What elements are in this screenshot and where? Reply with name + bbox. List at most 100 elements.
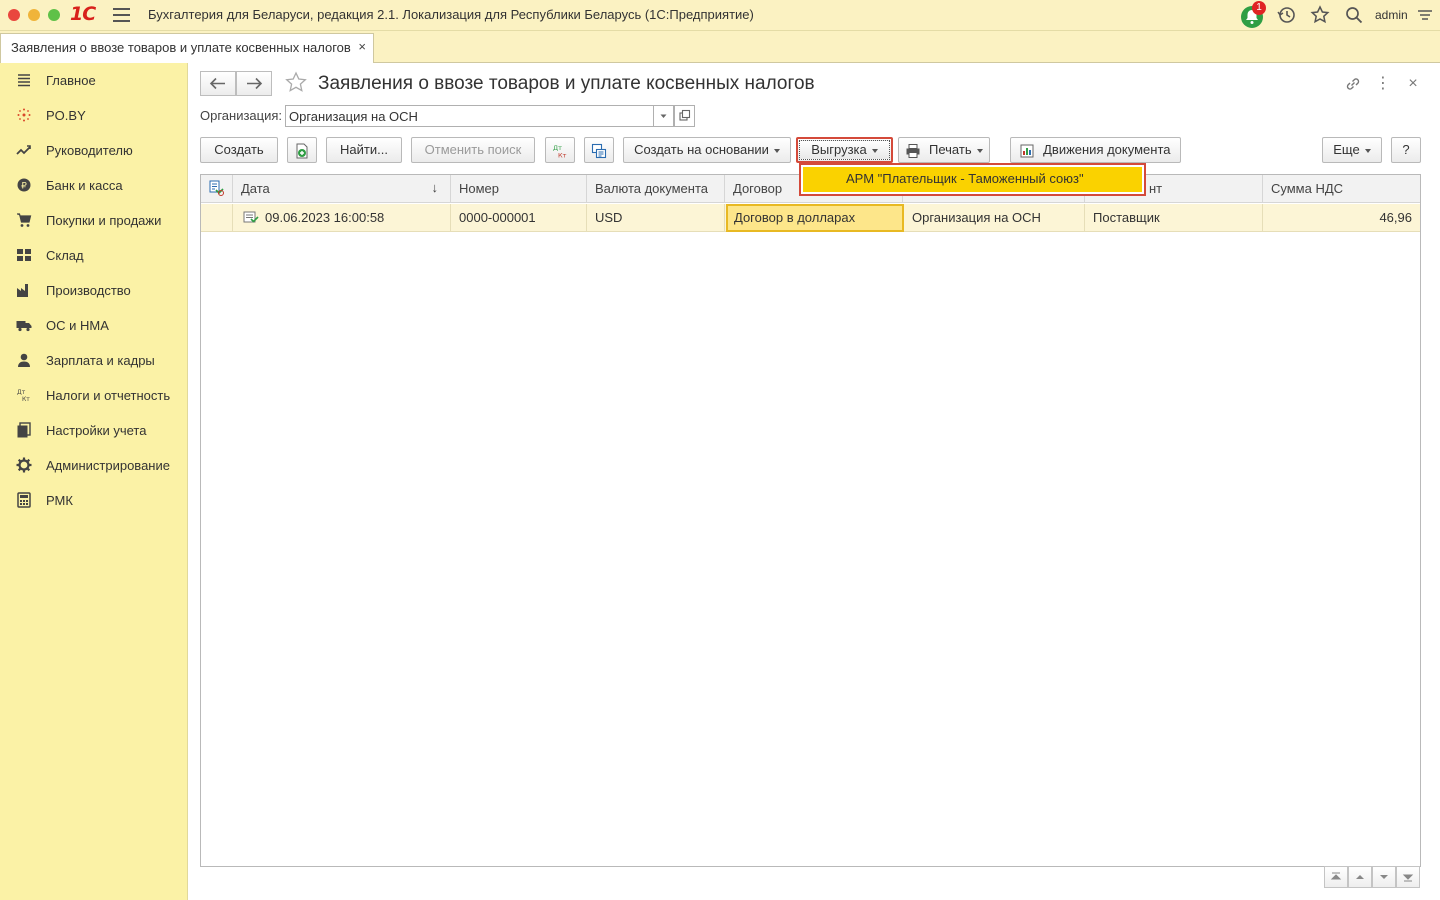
sidebar-item-label: Банк и касса: [46, 178, 123, 193]
maximize-window-button[interactable]: [48, 9, 60, 21]
movements-report-icon: [1020, 144, 1034, 158]
scroll-last-button[interactable]: [1396, 866, 1420, 888]
sidebar-item-sales[interactable]: Покупки и продажи: [0, 203, 187, 238]
forward-button[interactable]: [236, 71, 272, 96]
sidebar-item-label: Склад: [46, 248, 84, 263]
sparkle-icon: [17, 108, 31, 122]
history-icon[interactable]: [1276, 4, 1298, 26]
svg-text:₽: ₽: [21, 182, 27, 192]
sidebar-item-rmk[interactable]: РМК: [0, 483, 187, 518]
column-header-currency[interactable]: Валюта документа: [587, 175, 725, 203]
cell-currency: USD: [587, 204, 725, 232]
settings-menu-icon[interactable]: [1414, 4, 1436, 26]
svg-text:Дт: Дт: [17, 389, 26, 396]
svg-text:Кт: Кт: [22, 396, 30, 403]
posted-document-icon: [243, 211, 259, 223]
structure-button[interactable]: [584, 137, 614, 163]
documents-icon: [17, 422, 31, 438]
documents-table[interactable]: Дата ↓ Номер Валюта документа Договор нт…: [200, 174, 1421, 867]
sidebar-item-label: Покупки и продажи: [46, 213, 162, 228]
page-title: Заявления о ввозе товаров и уплате косве…: [318, 73, 815, 94]
link-icon[interactable]: [1344, 75, 1362, 93]
column-header-date[interactable]: Дата ↓: [233, 175, 451, 203]
title-bar: 1С Бухгалтерия для Беларуси, редакция 2.…: [0, 0, 1440, 31]
dt-kt-button[interactable]: Дт Кт: [545, 137, 575, 163]
sidebar-item-label: Зарплата и кадры: [46, 353, 155, 368]
scroll-down-button[interactable]: [1372, 866, 1396, 888]
sidebar-item-director[interactable]: Руководителю: [0, 133, 187, 168]
organization-dropdown-button[interactable]: [653, 105, 674, 127]
sidebar-item-label: Производство: [46, 283, 131, 298]
sidebar-item-accounting-settings[interactable]: Настройки учета: [0, 413, 187, 448]
sort-arrow-down-icon: ↓: [431, 180, 439, 195]
sidebar-item-bank[interactable]: ₽ Банк и касса: [0, 168, 187, 203]
table-row[interactable]: 09.06.2023 16:00:58 0000-000001 USD Дого…: [201, 204, 1420, 232]
cancel-search-button[interactable]: Отменить поиск: [411, 137, 535, 163]
close-window-button[interactable]: [8, 9, 20, 21]
cart-icon: [17, 213, 32, 227]
cell-contract[interactable]: Договор в долларах: [726, 204, 904, 232]
sidebar-item-fixed-assets[interactable]: ОС и НМА: [0, 308, 187, 343]
coin-icon: ₽: [17, 178, 31, 192]
sidebar-item-administration[interactable]: Администрирование: [0, 448, 187, 483]
close-form-icon[interactable]: ×: [1404, 75, 1422, 93]
sidebar-item-poby[interactable]: PO.BY: [0, 98, 187, 133]
back-button[interactable]: [200, 71, 236, 96]
search-icon[interactable]: [1343, 4, 1365, 26]
app-title: Бухгалтерия для Беларуси, редакция 2.1. …: [148, 7, 754, 22]
tab-bar: Заявления о ввозе товаров и уплате косве…: [0, 31, 1440, 63]
sidebar-item-warehouse[interactable]: Склад: [0, 238, 187, 273]
sidebar-item-label: ОС и НМА: [46, 318, 109, 333]
favorites-star-icon[interactable]: [1309, 4, 1331, 26]
sidebar-item-main[interactable]: Главное: [0, 63, 187, 98]
column-label: Дата: [241, 181, 270, 196]
cell-vat: 46,96: [1379, 210, 1412, 225]
notifications-badge: 1: [1252, 1, 1266, 15]
minimize-window-button[interactable]: [28, 9, 40, 21]
menu-item-arm-payer-customs-union[interactable]: АРМ "Плательщик - Таможенный союз": [803, 167, 1142, 192]
cell-number: 0000-000001: [451, 204, 587, 232]
column-header-vat[interactable]: Сумма НДС: [1263, 175, 1420, 203]
organization-field[interactable]: Организация на ОСН: [285, 105, 655, 127]
scroll-first-button[interactable]: [1324, 866, 1348, 888]
tab-close-icon[interactable]: ×: [358, 39, 366, 54]
date-value: 09.06.2023 16:00:58: [265, 210, 385, 225]
main-menu-icon[interactable]: [113, 8, 130, 22]
document-movements-label: Движения документа: [1043, 142, 1171, 157]
status-column-header[interactable]: [201, 175, 233, 203]
cell-organization: Организация на ОСН: [904, 204, 1085, 232]
sidebar-item-production[interactable]: Производство: [0, 273, 187, 308]
find-button[interactable]: Найти...: [326, 137, 402, 163]
sidebar-item-payroll[interactable]: Зарплата и кадры: [0, 343, 187, 378]
svg-text:Кт: Кт: [558, 151, 567, 159]
export-label: Выгрузка: [811, 142, 867, 157]
scroll-up-button[interactable]: [1348, 866, 1372, 888]
more-actions-icon[interactable]: ⋮: [1374, 75, 1392, 93]
trend-chart-icon: [16, 145, 31, 155]
row-status-cell: [201, 204, 233, 232]
chevron-down-icon: [871, 148, 878, 153]
dt-kt-icon: ДтКт: [17, 389, 30, 403]
sidebar-item-label: Главное: [46, 73, 96, 88]
tab-import-statements[interactable]: Заявления о ввозе товаров и уплате косве…: [0, 33, 374, 63]
document-movements-button[interactable]: Движения документа: [1010, 137, 1181, 163]
organization-open-button[interactable]: [674, 105, 695, 127]
help-button[interactable]: ?: [1391, 137, 1421, 163]
user-name[interactable]: admin: [1375, 8, 1408, 22]
more-button[interactable]: Еще: [1322, 137, 1382, 163]
print-button[interactable]: Печать: [898, 137, 990, 163]
export-dropdown-menu: АРМ "Плательщик - Таможенный союз": [799, 163, 1146, 196]
create-based-on-button[interactable]: Создать на основании: [623, 137, 791, 163]
column-header-number[interactable]: Номер: [451, 175, 587, 203]
copy-button[interactable]: [287, 137, 317, 163]
warehouse-icon: [17, 249, 31, 261]
sidebar-item-label: Администрирование: [46, 458, 170, 473]
sidebar-item-label: Руководителю: [46, 143, 133, 158]
export-button[interactable]: Выгрузка: [796, 137, 893, 163]
create-button[interactable]: Создать: [200, 137, 278, 163]
sidebar-item-label: РМК: [46, 493, 73, 508]
document-structure-icon: [591, 143, 607, 158]
favorite-star-icon[interactable]: [284, 71, 308, 95]
sidebar-item-taxes[interactable]: Дт Кт Налоги и отчетность: [0, 378, 187, 413]
chevron-down-icon: [976, 148, 983, 153]
